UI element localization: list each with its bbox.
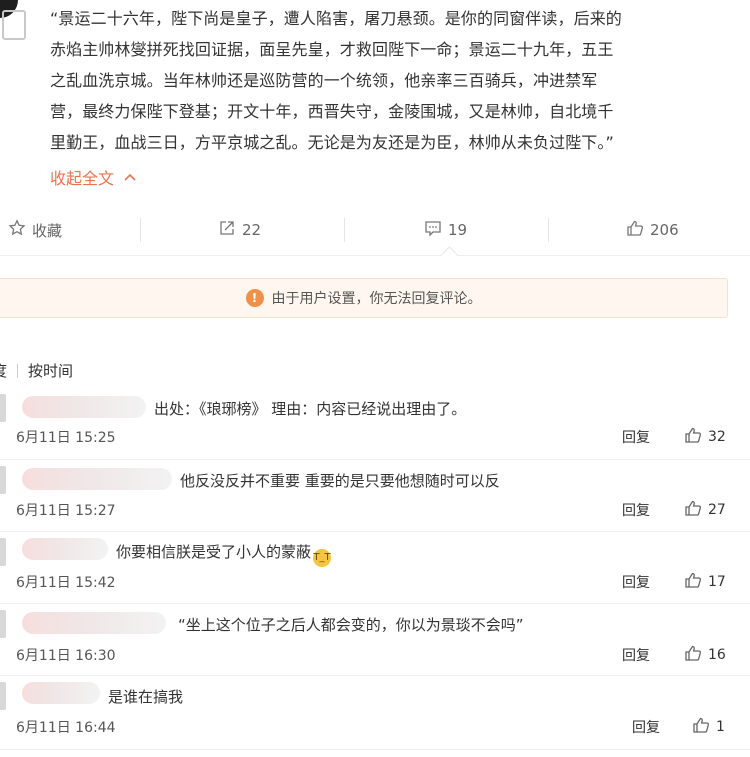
comment-icon	[424, 219, 442, 241]
comment-like-count: 1	[716, 719, 725, 735]
thumbs-up-icon	[684, 571, 702, 593]
commenter-avatar[interactable]	[0, 682, 6, 710]
commenter-avatar[interactable]	[0, 466, 6, 494]
notice-text: 由于用户设置，你无法回复评论。	[271, 291, 482, 307]
crying-face-icon: T_T	[313, 548, 332, 567]
comment-like-count: 16	[708, 647, 726, 663]
collapse-text-link[interactable]: 收起全文	[50, 165, 136, 189]
comment-time: 6月11日 15:27	[16, 503, 116, 519]
comment-item: 你要相信朕是受了小人的蒙蔽 T_T 6月11日 15:42 回复 17	[0, 534, 750, 602]
comment-text: 你要相信朕是受了小人的蒙蔽 T_T	[116, 541, 332, 567]
action-divider	[344, 218, 345, 242]
repost-icon	[218, 219, 236, 241]
warning-icon: !	[245, 289, 264, 307]
commenter-name-blurred[interactable]	[22, 682, 100, 704]
comment-item: “坐上这个位子之后人都会变的，你以为景琰不会吗” 6月11日 16:30 回复 …	[0, 606, 750, 674]
like-count: 206	[650, 221, 679, 239]
comment-sort-bar: 度 按时间	[0, 360, 73, 381]
comment-like-button[interactable]: 1	[692, 716, 725, 738]
thumbs-up-icon	[684, 426, 702, 448]
post-line: 里勤王，血战三日，方平京城之乱。无论是为友还是为臣，林帅从未负过陛下。”	[50, 133, 614, 152]
thumbs-up-icon	[626, 219, 644, 241]
comment-divider	[0, 749, 750, 750]
commenter-name-blurred[interactable]	[22, 468, 172, 490]
reply-button[interactable]: 回复	[622, 645, 650, 665]
comment-item: 出处：《琅琊榜》 理由：内容已经说出理由了。 6月11日 15:25 回复 32	[0, 390, 750, 458]
comment-button[interactable]: 19	[424, 219, 467, 241]
thumbs-up-icon	[692, 716, 710, 738]
post-action-bar: 收藏 22 19 206	[0, 212, 750, 248]
comment-divider	[0, 459, 750, 460]
action-divider	[140, 218, 141, 242]
comment-item: 他反没反并不重要 重要的是只要他想随时可以反 6月11日 15:27 回复 27	[0, 462, 750, 530]
comment-text: 他反没反并不重要 重要的是只要他想随时可以反	[180, 472, 500, 490]
comment-text: 出处：《琅琊榜》 理由：内容已经说出理由了。	[154, 400, 467, 418]
comment-like-button[interactable]: 17	[684, 571, 726, 593]
like-button[interactable]: 206	[626, 219, 679, 241]
commenter-name-blurred[interactable]	[22, 396, 146, 418]
watermark-icon	[2, 10, 26, 40]
post-line: “景运二十六年，陛下尚是皇子，遭人陷害，屠刀悬颈。是你的同窗伴读，后来的	[50, 9, 622, 28]
comment-divider	[0, 531, 750, 532]
repost-button[interactable]: 22	[218, 219, 261, 241]
comment-item: 是谁在搞我 6月11日 16:44 回复 1	[0, 678, 750, 748]
post-line: 营，最终力保陛下登基；开文十年，西晋失守，金陵围城，又是林帅，自北境千	[50, 102, 614, 121]
collapse-label: 收起全文	[50, 169, 115, 188]
commenter-avatar[interactable]	[0, 394, 6, 422]
thumbs-up-icon	[684, 644, 702, 666]
comment-like-button[interactable]: 16	[684, 644, 726, 666]
comment-panel-pointer	[440, 246, 459, 265]
comment-like-count: 32	[708, 429, 726, 445]
post-text: “景运二十六年，陛下尚是皇子，遭人陷害，屠刀悬颈。是你的同窗伴读，后来的 赤焰主…	[50, 3, 730, 158]
reply-button[interactable]: 回复	[622, 572, 650, 592]
post-line: 之乱血洗京城。当年林帅还是巡防营的一个统领，他亲率三百骑兵，冲进禁军	[50, 71, 598, 90]
post-body: “景运二十六年，陛下尚是皇子，遭人陷害，屠刀悬颈。是你的同窗伴读，后来的 赤焰主…	[0, 0, 750, 205]
comment-text: 是谁在搞我	[108, 688, 184, 706]
comment-text-content: 你要相信朕是受了小人的蒙蔽	[116, 543, 312, 561]
comment-like-count: 17	[708, 574, 726, 590]
reply-button[interactable]: 回复	[622, 500, 650, 520]
commenter-name-blurred[interactable]	[22, 612, 166, 634]
thumbs-up-icon	[684, 499, 702, 521]
commenter-name-blurred[interactable]	[22, 538, 108, 560]
comment-like-button[interactable]: 27	[684, 499, 726, 521]
sort-by-heat-tab[interactable]: 度	[0, 360, 7, 381]
comment-time: 6月11日 16:44	[16, 720, 116, 736]
comment-divider	[0, 675, 750, 676]
star-icon	[8, 219, 26, 241]
sort-by-time-tab[interactable]: 按时间	[28, 360, 73, 381]
sort-divider	[17, 363, 19, 378]
comment-like-count: 27	[708, 502, 726, 518]
comment-text: “坐上这个位子之后人都会变的，你以为景琰不会吗”	[178, 616, 524, 634]
post-line: 赤焰主帅林燮拼死找回证据，面呈先皇，才救回陛下一命；景运二十九年，五王	[50, 40, 614, 59]
reply-button[interactable]: 回复	[632, 717, 660, 737]
reply-disabled-notice: ! 由于用户设置，你无法回复评论。	[0, 278, 728, 318]
favorite-label: 收藏	[32, 221, 63, 240]
comment-like-button[interactable]: 32	[684, 426, 726, 448]
comment-time: 6月11日 15:42	[16, 575, 116, 591]
comment-divider	[0, 603, 750, 604]
favorite-button[interactable]: 收藏	[8, 219, 62, 241]
comment-time: 6月11日 15:25	[16, 430, 116, 446]
action-bar-divider	[0, 255, 750, 256]
commenter-avatar[interactable]	[0, 538, 6, 566]
chevron-up-icon	[124, 170, 136, 184]
action-divider	[548, 218, 549, 242]
repost-count: 22	[242, 221, 262, 239]
comment-count: 19	[448, 221, 468, 239]
commenter-avatar[interactable]	[0, 610, 6, 638]
reply-button[interactable]: 回复	[622, 427, 650, 447]
comment-time: 6月11日 16:30	[16, 648, 116, 664]
